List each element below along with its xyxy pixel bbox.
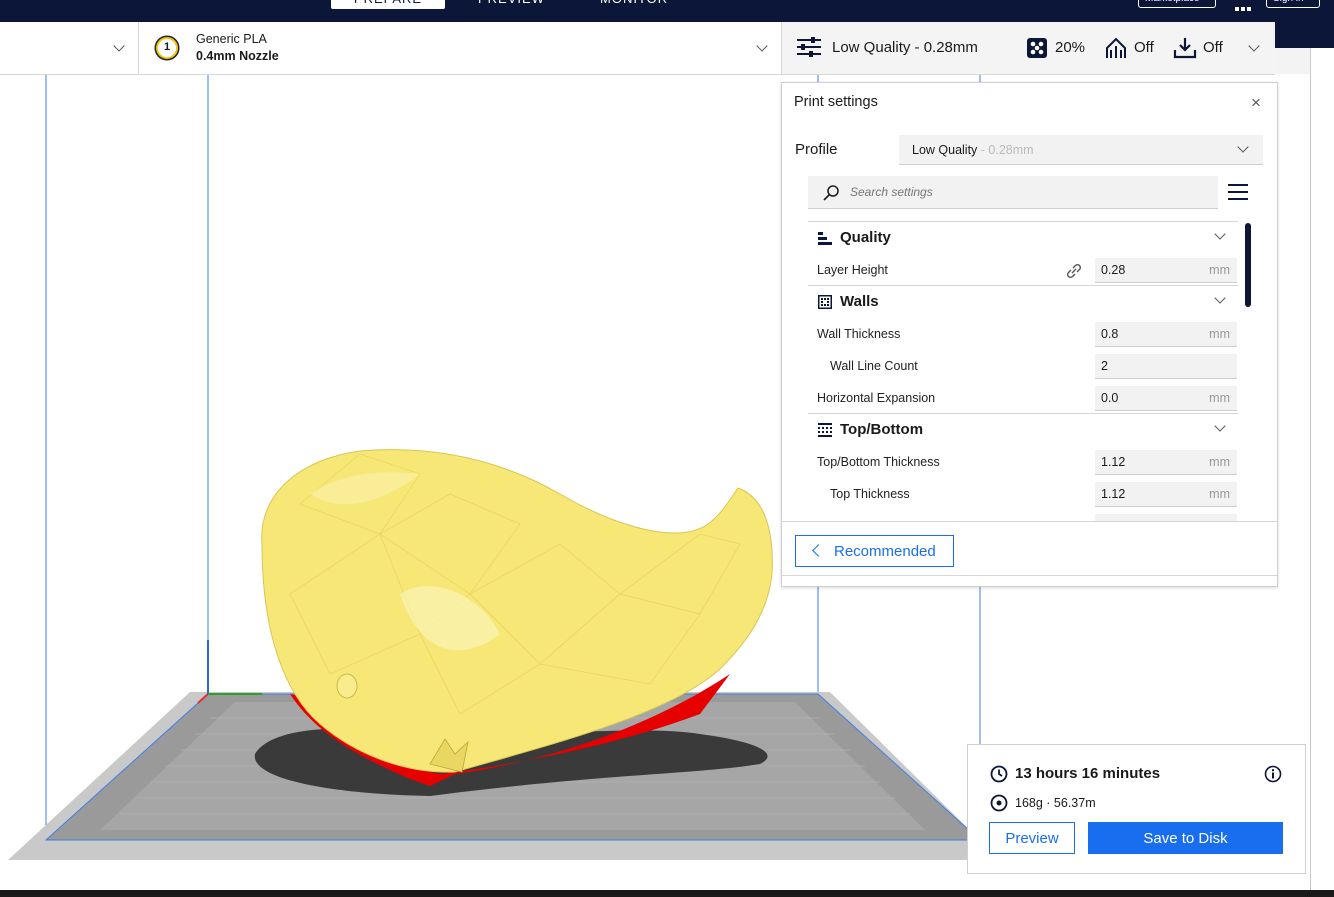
print-setup-toolbar: 1 Generic PLA 0.4mm Nozzle Low Quality -…	[0, 22, 1275, 75]
nozzle-size: 0.4mm Nozzle	[196, 49, 279, 63]
material-dropdown-chevron-icon	[756, 40, 768, 52]
clock-icon	[990, 765, 1008, 783]
setting-top-bottom-thickness-input[interactable]: 1.12 mm	[1095, 450, 1237, 475]
infill-icon	[1026, 37, 1048, 59]
panel-resize-handle[interactable]	[782, 575, 1277, 576]
material-selector[interactable]: 1 Generic PLA 0.4mm Nozzle	[140, 22, 780, 74]
adhesion-value: Off	[1203, 39, 1223, 56]
setting-label: Top/Bottom Thickness	[817, 455, 940, 469]
setting-horizontal-expansion-input[interactable]: 0.0 mm	[1095, 386, 1237, 411]
marketplace-button[interactable]: Marketplace	[1138, 0, 1216, 8]
settings-list: Quality Layer Height 0.28 mm Walls Wall T…	[782, 220, 1277, 521]
extruder-number: 1	[163, 41, 171, 53]
setting-layer-height-input[interactable]: 0.28 mm	[1095, 258, 1237, 283]
extruder-badge-icon: 1	[154, 35, 180, 61]
setting-label: Top Thickness	[830, 487, 910, 501]
stage-header: PREPARE PREVIEW MONITOR Marketplace Sign…	[0, 0, 1334, 22]
support-value: Off	[1134, 39, 1154, 56]
infill-value: 20%	[1055, 39, 1086, 56]
settings-dropdown-chevron-icon	[1248, 40, 1260, 52]
save-to-disk-label: Save to Disk	[1143, 830, 1228, 847]
settings-sliders-icon	[796, 36, 822, 58]
tab-preview[interactable]: PREVIEW	[478, 0, 548, 9]
setting-label: Horizontal Expansion	[817, 391, 936, 405]
setting-label: Wall Thickness	[817, 327, 901, 341]
profile-dropdown-name: Low Quality	[912, 143, 978, 157]
settings-scrollbar[interactable]	[1245, 223, 1251, 307]
print-settings-panel: Print settings × Profile Low Quality - 0…	[781, 82, 1278, 587]
print-settings-selector[interactable]: Low Quality - 0.28mm 20% Off Off	[782, 22, 1275, 74]
spool-icon	[990, 794, 1008, 812]
print-summary-panel: 13 hours 16 minutes 168g · 56.37m Previe…	[967, 744, 1306, 874]
header-extension	[1275, 22, 1334, 48]
setting-wall-line-count-input[interactable]: 2	[1095, 354, 1237, 379]
profile-dropdown-layer: - 0.28mm	[977, 143, 1034, 157]
preview-label: Preview	[1005, 830, 1059, 847]
link-icon	[1066, 263, 1082, 279]
category-top-bottom[interactable]: Top/Bottom	[808, 413, 1238, 446]
setting-label: Layer Height	[817, 263, 888, 277]
recommended-button[interactable]: Recommended	[795, 535, 954, 567]
walls-icon	[818, 295, 832, 309]
top-bottom-icon	[818, 423, 832, 437]
tab-prepare[interactable]: PREPARE	[331, 0, 445, 9]
info-icon[interactable]	[1264, 765, 1282, 783]
category-top-bottom-chevron-icon	[1214, 420, 1226, 432]
search-input[interactable]	[848, 182, 1202, 202]
tab-monitor[interactable]: MONITOR	[600, 0, 680, 9]
settings-menu-icon[interactable]	[1228, 183, 1248, 201]
close-icon[interactable]: ×	[1251, 93, 1261, 113]
profile-chevron-icon	[1237, 141, 1249, 153]
printer-dropdown-chevron-icon[interactable]	[113, 40, 125, 52]
material-usage: 168g · 56.37m	[1015, 796, 1096, 810]
category-walls-chevron-icon	[1214, 292, 1226, 304]
category-quality-label: Quality	[840, 229, 891, 246]
search-settings-field[interactable]	[808, 176, 1218, 209]
chevron-left-icon	[812, 544, 825, 557]
setting-top-thickness-input[interactable]: 1.12 mm	[1095, 482, 1237, 507]
setting-partial-input[interactable]	[1095, 514, 1237, 521]
category-top-bottom-label: Top/Bottom	[840, 421, 924, 438]
adhesion-icon	[1173, 36, 1197, 60]
panel-title: Print settings	[794, 94, 878, 110]
recommended-label: Recommended	[834, 543, 936, 560]
panel-divider	[782, 521, 1277, 522]
quality-icon	[818, 232, 832, 245]
support-icon	[1104, 36, 1128, 60]
signin-button[interactable]: Sign in	[1266, 0, 1320, 8]
setting-label: Wall Line Count	[830, 359, 918, 373]
setting-wall-thickness-input[interactable]: 0.8 mm	[1095, 322, 1237, 347]
apps-grid-icon[interactable]	[1233, 0, 1251, 11]
material-name: Generic PLA	[196, 32, 267, 46]
category-walls-label: Walls	[840, 293, 879, 310]
profile-label: Profile	[795, 141, 838, 158]
window-bottom-edge	[0, 890, 1334, 897]
search-icon	[823, 185, 839, 201]
preview-button[interactable]: Preview	[989, 822, 1075, 854]
profile-summary: Low Quality - 0.28mm	[832, 39, 978, 56]
save-to-disk-button[interactable]: Save to Disk	[1088, 822, 1283, 854]
profile-dropdown[interactable]: Low Quality - 0.28mm	[899, 135, 1263, 165]
category-quality-chevron-icon	[1214, 228, 1226, 240]
category-walls[interactable]: Walls	[808, 285, 1238, 318]
category-quality[interactable]: Quality	[808, 221, 1238, 254]
side-panel-edge	[1310, 48, 1334, 890]
print-time: 13 hours 16 minutes	[1015, 765, 1161, 782]
